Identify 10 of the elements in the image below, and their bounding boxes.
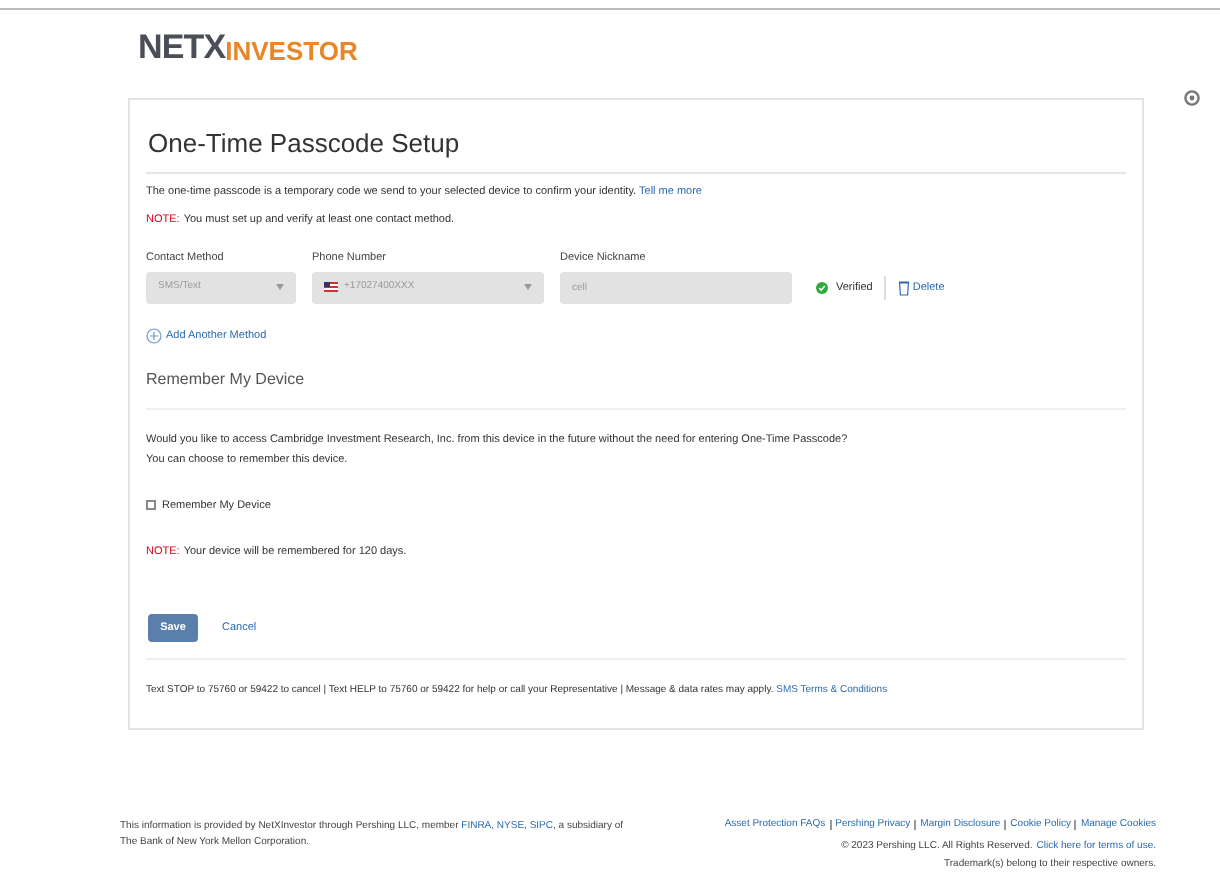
settings-icon[interactable] <box>1184 90 1200 106</box>
remember-checkbox[interactable] <box>146 500 156 511</box>
logo: NETXINVESTOR <box>136 26 360 70</box>
caret-icon <box>524 284 532 291</box>
plus-circle-icon <box>146 327 162 344</box>
trash-icon <box>898 279 911 296</box>
page-title: One-Time Passcode Setup <box>146 125 462 162</box>
flag-icon <box>324 282 338 293</box>
section-heading: Remember My Device <box>146 368 307 392</box>
caret-icon <box>276 284 284 291</box>
